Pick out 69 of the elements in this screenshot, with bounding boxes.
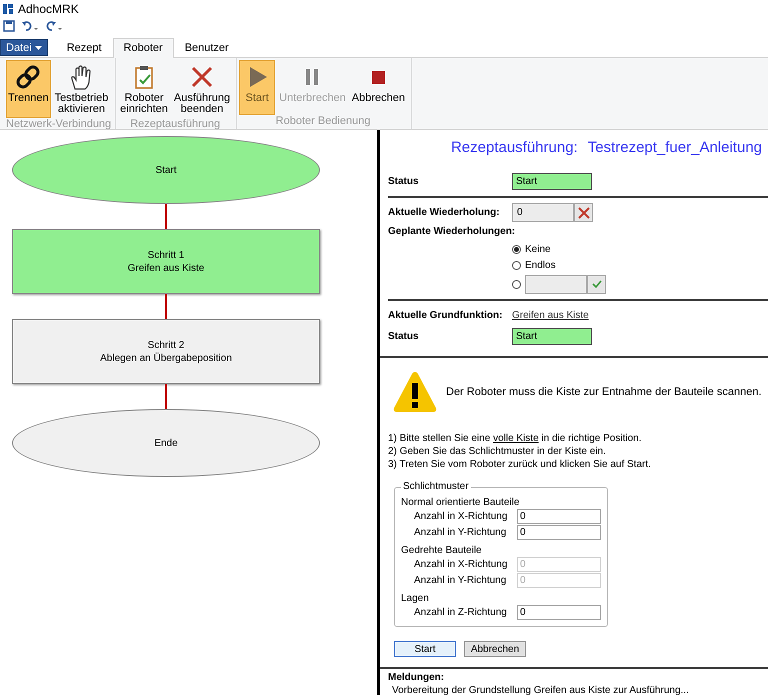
terminal-node[interactable]: Start <box>12 136 320 204</box>
confirm-button[interactable] <box>587 274 606 294</box>
field-label: Aktuelle Grundfunktion: <box>388 310 504 321</box>
cross-icon <box>578 206 590 218</box>
instruction-link[interactable]: volle Kiste <box>493 433 539 444</box>
radio-button[interactable] <box>512 260 521 270</box>
step-node[interactable]: Schritt 2 Ablegen an Übergabeposition <box>12 319 320 384</box>
ribbon-button[interactable]: Trennen <box>6 60 51 118</box>
group-label: Netzwerk-Verbindung <box>6 118 112 132</box>
app-logo-icon <box>2 2 14 14</box>
file-menu-button[interactable]: Datei <box>0 39 48 56</box>
radio-label: Keine <box>525 244 551 254</box>
connector-line <box>165 384 167 409</box>
field-label: Status <box>388 330 420 342</box>
section-label: Gedrehte Bauteile <box>401 545 483 556</box>
connector-line <box>165 204 167 229</box>
field-label: Anzahl in Z-Richtung <box>414 606 507 618</box>
section-label: Lagen <box>401 593 430 604</box>
status-field: Start <box>512 173 592 190</box>
redo-icon[interactable] <box>45 20 63 32</box>
repetition-field: 0 <box>512 203 574 222</box>
instruction-text: 2) Geben Sie das Schlichtmuster in der Kiste ein. <box>388 445 607 458</box>
dialog-button[interactable]: Abbrechen <box>464 641 526 657</box>
ribbon-button[interactable]: Ausführung beenden <box>172 60 232 118</box>
group-label: Rezeptausführung <box>129 118 222 132</box>
panel-heading: Rezeptausführung: <box>450 139 578 156</box>
window-title: AdhocMRK <box>18 2 79 16</box>
caret-icon <box>34 46 42 50</box>
group-legend: Schlichtmuster <box>401 481 471 492</box>
section-label: Normal orientierte Bauteile <box>401 497 520 508</box>
number-input[interactable]: 0 <box>517 604 601 620</box>
step-node[interactable]: Schritt 1 Greifen aus Kiste <box>12 229 320 294</box>
radio-button[interactable] <box>512 244 521 254</box>
ribbon-tab[interactable]: Benutzer <box>174 38 240 57</box>
dialog-button[interactable]: Start <box>394 641 456 657</box>
chain-link-icon <box>14 63 42 91</box>
field-label: Anzahl in X-Richtung <box>414 510 508 522</box>
field-label: Anzahl in Y-Richtung <box>414 526 506 538</box>
message-text: Vorbereitung der Grundstellung Greifen aus Kiste zur Ausführung... <box>391 685 690 695</box>
repetition-count-field[interactable] <box>525 274 587 294</box>
instruction-text: 1) Bitte stellen Sie eine volle Kiste in die richtige Position. <box>388 432 642 445</box>
radio-button[interactable] <box>512 280 521 288</box>
field-label: Anzahl in X-Richtung <box>414 558 508 570</box>
ribbon-button[interactable]: Roboter einrichten <box>118 60 170 118</box>
recipe-name: Testrezept_fuer_Anleitung <box>588 139 762 156</box>
reset-button[interactable] <box>574 203 593 222</box>
checkmark-icon <box>590 278 602 290</box>
ribbon-button[interactable]: Testbetrieb aktivieren <box>52 60 110 118</box>
terminal-node[interactable]: Ende <box>12 409 320 477</box>
number-input[interactable]: 0 <box>517 508 601 524</box>
ribbon-tab[interactable]: Roboter <box>112 38 174 58</box>
function-link[interactable]: Greifen aus Kiste <box>512 310 589 321</box>
ribbon-tab[interactable]: Rezept <box>56 38 113 57</box>
instruction-text: 3) Treten Sie vom Roboter zurück und klicken Sie auf Start. <box>388 458 652 471</box>
undo-icon[interactable] <box>21 20 39 32</box>
status-field: Start <box>512 328 592 344</box>
warning-icon <box>392 370 438 414</box>
radio-label: Endlos <box>525 260 556 270</box>
field-label: Anzahl in Y-Richtung <box>414 574 506 586</box>
field-label: Geplante Wiederholungen: <box>388 226 516 237</box>
field-label: Aktuelle Wiederholung: <box>388 207 501 218</box>
field-label: Status <box>388 176 420 187</box>
save-icon[interactable] <box>3 20 15 32</box>
ribbon-button[interactable]: Abbrechen <box>350 60 408 115</box>
group-label: Roboter Bedienung <box>274 115 372 129</box>
connector-line <box>165 294 167 319</box>
messages-label: Meldungen: <box>388 672 446 683</box>
warning-message: Der Roboter muss die Kiste zur Entnahme der Bauteile scannen. <box>446 386 762 398</box>
number-input[interactable]: 0 <box>517 524 601 540</box>
